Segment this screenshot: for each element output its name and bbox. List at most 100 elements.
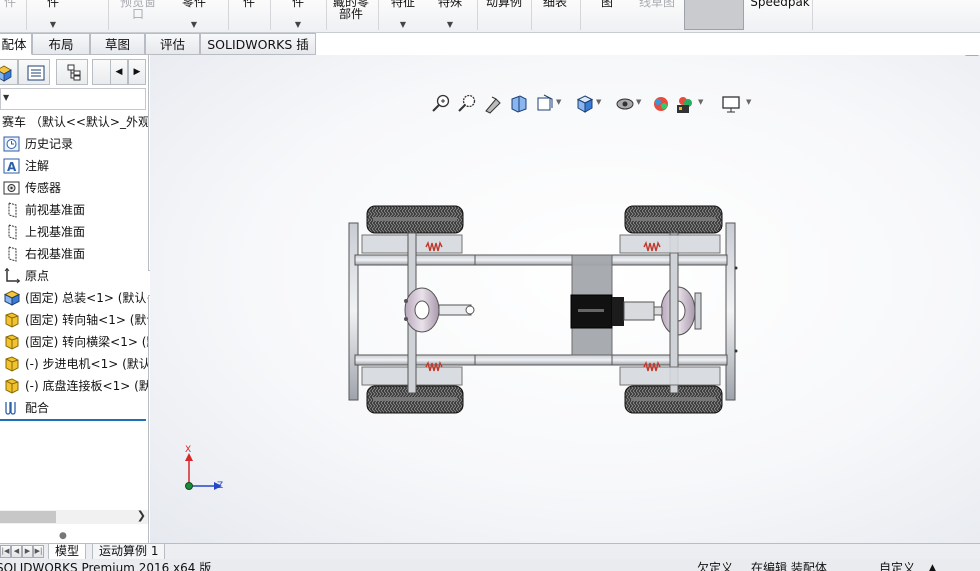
chassis-model[interactable] — [150, 55, 980, 543]
command-manager-tabs: 配体 布局 草图 评估 SOLIDWORKS 插件 — [0, 33, 320, 73]
tree-item-annotations[interactable]: A 注解 — [0, 156, 148, 176]
tree-filter-input[interactable]: ▼ — [0, 88, 146, 110]
chevron-down-icon: ▼ — [190, 20, 198, 29]
ribbon-thumbnail[interactable] — [684, 0, 744, 30]
history-icon — [3, 136, 20, 152]
last-tab-icon[interactable]: ▶| — [33, 545, 44, 558]
ribbon-bom-button[interactable]: 细表 — [537, 0, 573, 26]
svg-text:A: A — [7, 160, 17, 174]
status-units[interactable]: 自定义 — [879, 562, 915, 571]
tree-item-label: 历史记录 — [25, 137, 74, 151]
tab-more[interactable] — [92, 59, 112, 85]
annotations-icon: A — [3, 158, 20, 174]
chevron-down-icon: ▼ — [294, 20, 302, 29]
tree-item-label: 传感器 — [25, 181, 62, 195]
graphics-area[interactable]: ▼ ▼ ▼ ▼ ▼ X Z — [150, 55, 980, 543]
ribbon-button-5[interactable]: 件 ▼ — [283, 0, 313, 29]
front-differential[interactable] — [404, 287, 475, 333]
tab-feature-manager[interactable] — [0, 59, 18, 85]
ribbon-hidden-components-button[interactable]: 藏的零 部件 — [331, 0, 371, 26]
chevron-down-icon: ▼ — [3, 93, 10, 102]
tab-solidworks-addins[interactable]: SOLIDWORKS 插件 — [200, 33, 316, 73]
ribbon-button-3[interactable]: 零件 ▼ — [172, 0, 216, 29]
tree-item-label: (-) 步进电机<1> (默认 — [25, 357, 148, 371]
tree-item-mates[interactable]: 配合 — [0, 398, 148, 418]
ribbon-preview-window-button[interactable]: 预览窗 口 — [115, 0, 161, 26]
tree-root-assembly[interactable]: 赛车 （默认<<默认>_外观 — [2, 113, 148, 130]
property-list-icon — [27, 65, 45, 81]
tree-item-label: 配合 — [25, 401, 50, 415]
tree-item-steering-shaft[interactable]: (固定) 转向轴<1> (默认 — [0, 310, 148, 330]
tire-front-left[interactable] — [366, 205, 464, 234]
tab-model[interactable]: 模型 — [48, 544, 87, 560]
tab-property-manager[interactable] — [18, 59, 50, 85]
tree-item-front-plane[interactable]: 前视基准面 — [0, 200, 148, 220]
tree-item-label: (固定) 转向横梁<1> (默 — [25, 335, 148, 349]
triad-z-label: Z — [217, 481, 224, 491]
ribbon-features-button[interactable]: 特征 ▼ — [385, 0, 421, 29]
status-app-version: SOLIDWORKS Premium 2016 x64 版 — [0, 561, 212, 571]
sensors-icon — [3, 181, 20, 195]
configuration-icon — [67, 64, 81, 81]
chevron-right-icon[interactable]: ❯ — [137, 509, 146, 522]
tree-item-label: 原点 — [25, 269, 50, 283]
rollback-bar[interactable] — [0, 419, 146, 421]
tree-item-label: 前视基准面 — [25, 203, 86, 217]
tire-rear-left[interactable] — [624, 205, 723, 234]
ribbon-motion-study-button[interactable]: 动算例 — [481, 0, 527, 26]
tab-layout[interactable]: 布局 — [32, 33, 90, 55]
chevron-up-icon[interactable]: ▲ — [929, 562, 936, 571]
ribbon-special-button[interactable]: 特殊 ▼ — [432, 0, 468, 29]
scrollbar-thumb[interactable] — [0, 511, 56, 523]
tab-motion-study-1[interactable]: 运动算例 1 — [92, 544, 166, 560]
scroll-right-icon[interactable]: ▶ — [128, 59, 146, 85]
tree-item-history[interactable]: 历史记录 — [0, 134, 148, 154]
plane-icon — [8, 246, 17, 262]
plane-icon — [8, 202, 17, 218]
next-tab-icon[interactable]: ▶ — [22, 545, 33, 558]
stepper-motor[interactable] — [570, 294, 655, 329]
scroll-left-icon[interactable]: ◀ — [110, 59, 128, 85]
ribbon-exploded-view-button[interactable]: 图 — [596, 0, 618, 26]
chevron-down-icon: ▼ — [399, 20, 407, 29]
tree-item-top-plane[interactable]: 上视基准面 — [0, 222, 148, 242]
part-icon — [5, 312, 19, 328]
feature-manager-panel: ◀ ▶ ▼ 赛车 （默认<<默认>_外观 历史记录 A 注解 传感器 前视基准面… — [0, 55, 149, 543]
tree-item-right-plane[interactable]: 右视基准面 — [0, 244, 148, 264]
prev-tab-icon[interactable]: ◀ — [11, 545, 22, 558]
tree-item-main-assembly[interactable]: (固定) 总装<1> (默认< — [0, 288, 148, 308]
chevron-down-icon: ▼ — [446, 20, 454, 29]
tree-item-sensors[interactable]: 传感器 — [0, 178, 148, 198]
tab-assembly[interactable]: 配体 — [0, 33, 32, 55]
panel-grip[interactable]: ● — [59, 531, 67, 541]
tree-item-label: 右视基准面 — [25, 247, 86, 261]
tree-item-stepper-motor[interactable]: (-) 步进电机<1> (默认 — [0, 354, 148, 374]
status-definition: 欠定义 — [697, 561, 734, 571]
ribbon-button-0[interactable]: 件 — [0, 0, 20, 26]
tree-item-label: (固定) 转向轴<1> (默认 — [25, 313, 148, 327]
tree-item-steering-beam[interactable]: (固定) 转向横梁<1> (默 — [0, 332, 148, 352]
rear-crossbar[interactable] — [725, 222, 736, 401]
ribbon-explode-line-sketch-button[interactable]: 线草图 — [632, 0, 682, 26]
tree-item-chassis-plate[interactable]: (-) 底盘连接板<1> (默认 — [0, 376, 148, 396]
command-ribbon: 件 件 ▼ 预览窗 口 零件 ▼ 件 件 ▼ 藏的零 部件 特征 ▼ 特殊 ▼ 动算例 细… — [0, 0, 980, 33]
ribbon-button-1[interactable]: 件 ▼ — [38, 0, 68, 29]
tree-item-label: 注解 — [25, 159, 50, 173]
status-edit-mode: 在编辑 装配体 — [751, 561, 827, 571]
part-icon — [5, 334, 19, 350]
part-icon — [5, 356, 19, 372]
horizontal-scrollbar[interactable]: ❯ — [0, 509, 148, 524]
origin-icon — [4, 268, 21, 284]
front-crossbar[interactable] — [348, 222, 359, 401]
tab-evaluate[interactable]: 评估 — [145, 33, 200, 55]
part-icon — [5, 378, 19, 394]
plane-icon — [8, 224, 17, 240]
tab-sketch[interactable]: 草图 — [90, 33, 145, 55]
tab-configuration-manager[interactable] — [56, 59, 88, 85]
first-tab-icon[interactable]: |◀ — [0, 545, 11, 558]
chevron-down-icon: ▼ — [49, 20, 57, 29]
ribbon-button-4[interactable]: 件 — [236, 0, 262, 26]
tree-item-origin[interactable]: 原点 — [0, 266, 148, 286]
tree-item-label: (-) 底盘连接板<1> (默认 — [25, 379, 148, 393]
ribbon-speedpak-button[interactable]: Speedpak — [750, 0, 810, 26]
